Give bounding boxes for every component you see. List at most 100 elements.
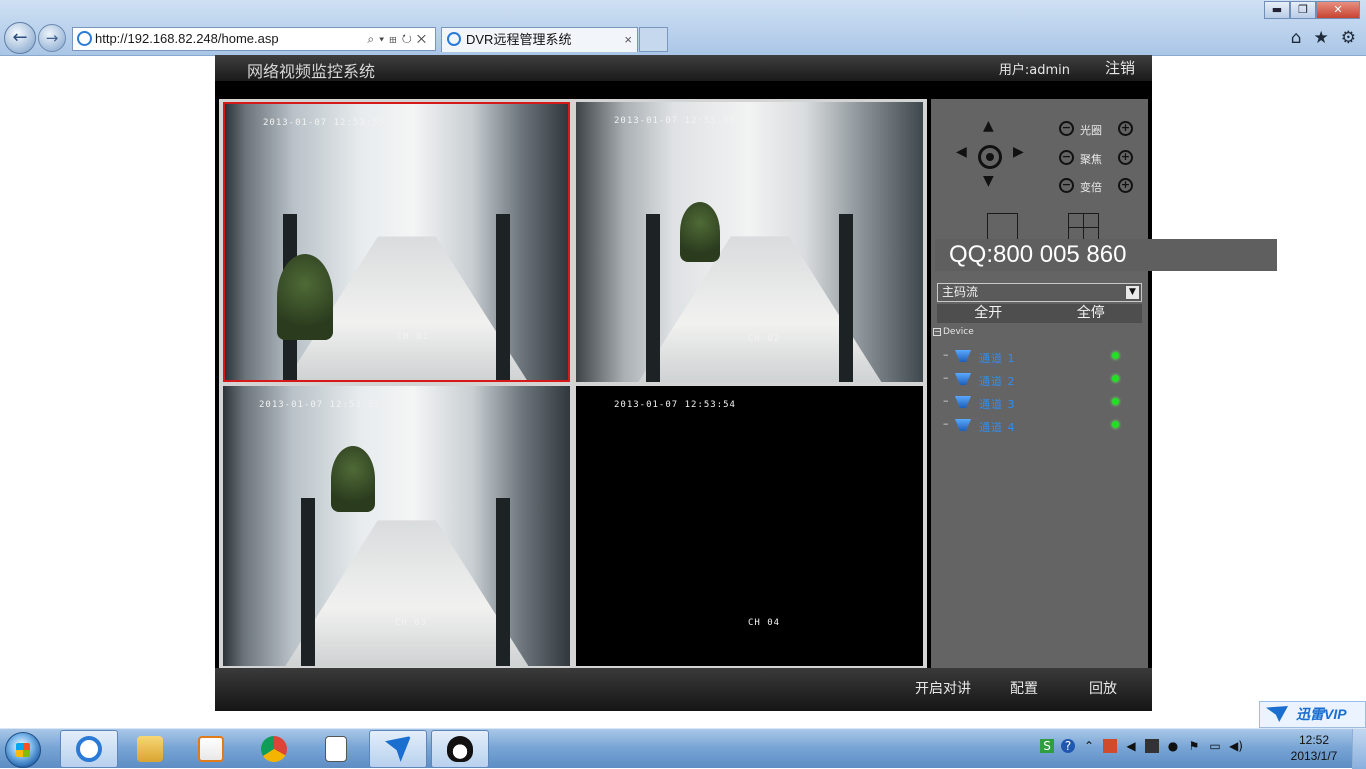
iris-minus-button[interactable]: − [1059, 121, 1074, 136]
focus-label: 聚焦 [1080, 153, 1102, 166]
notepad-icon [325, 736, 347, 762]
xunlei-icon [385, 736, 411, 762]
ptz-left-arrow-icon[interactable]: ◀ [956, 144, 967, 160]
channel-name[interactable]: 通道 2 [979, 373, 1016, 389]
taskbar-xunlei[interactable] [369, 730, 427, 768]
channel-name[interactable]: 通道 1 [979, 350, 1016, 366]
taskbar-media-player[interactable] [182, 730, 240, 768]
tree-line: – [943, 394, 949, 407]
camera-icon [955, 373, 971, 385]
star-icon[interactable]: ★ [1314, 28, 1329, 48]
ptz-down-arrow-icon[interactable]: ▼ [983, 173, 994, 189]
xunlei-vip-badge[interactable]: 迅雷VIP [1259, 701, 1366, 728]
focus-plus-button[interactable]: + [1118, 150, 1133, 165]
tab-title: DVR远程管理系统 [466, 32, 572, 47]
channel-name[interactable]: 通道 4 [979, 419, 1016, 435]
control-panel: ▲ ▼ ◀ ▶ − 光圈 + − 聚焦 + − 变倍 + QQ:800 005 … [931, 99, 1277, 668]
chrome-icon [261, 736, 287, 762]
online-status-icon [1112, 375, 1119, 382]
address-url: http://192.168.82.248/home.asp [95, 31, 279, 46]
channel-item-3[interactable]: – 通道 3 [943, 394, 1143, 412]
minimize-button[interactable]: ▬ [1264, 1, 1290, 19]
tab-close-icon[interactable]: × [624, 28, 632, 52]
browser-tools: ⌂ ★ ⚙ [1291, 28, 1356, 48]
ptz-center-icon[interactable] [978, 145, 1002, 169]
video-timestamp: 2013-01-07 12:53:55 [614, 116, 736, 126]
qq-icon [447, 736, 473, 762]
taskbar-notepad[interactable] [307, 730, 365, 768]
help-icon[interactable]: ? [1061, 739, 1075, 753]
quad-view-layout-icon[interactable] [1068, 213, 1099, 241]
ptz-up-arrow-icon[interactable]: ▲ [983, 118, 994, 134]
channel-overlay-label: CH 04 [748, 618, 781, 628]
channel-item-2[interactable]: – 通道 2 [943, 371, 1143, 389]
taskbar-explorer[interactable] [121, 730, 179, 768]
ptz-control: ▲ ▼ ◀ ▶ [951, 118, 1029, 193]
online-status-icon [1112, 398, 1119, 405]
video-cell-3[interactable]: 2013-01-07 12:53:55 CH 03 [223, 386, 570, 666]
gear-icon[interactable]: ⚙ [1341, 28, 1356, 48]
chevron-down-icon[interactable]: ▼ [1125, 285, 1140, 300]
device-tree-root[interactable]: − Device [933, 327, 974, 337]
tree-line: – [943, 371, 949, 384]
user-label: 用户:admin [998, 63, 1070, 78]
video-cell-2[interactable]: 2013-01-07 12:53:55 CH 02 [576, 102, 923, 382]
tray-app-icon[interactable] [1103, 739, 1117, 753]
plant-image [277, 254, 333, 340]
playback-button[interactable]: 回放 [1089, 678, 1117, 698]
home-icon[interactable]: ⌂ [1291, 28, 1302, 48]
open-all-button[interactable]: 全开 [937, 304, 1040, 323]
video-timestamp: 2013-01-07 12:53:55 [259, 400, 381, 410]
forward-arrow-icon[interactable]: → [38, 24, 66, 52]
channel-overlay-label: CH 01 [397, 332, 430, 342]
focus-minus-button[interactable]: − [1059, 150, 1074, 165]
address-search-refresh-stop-icons[interactable]: ⌕▾⊞↻✕ [367, 28, 431, 50]
channel-item-1[interactable]: – 通道 1 [943, 348, 1143, 366]
iris-plus-button[interactable]: + [1118, 121, 1133, 136]
network-status-icon[interactable]: ▭ [1208, 739, 1222, 753]
video-grid: 2013-01-07 12:53:55 CH 01 2013-01-07 12:… [219, 99, 927, 668]
device-tree-label: Device [943, 327, 974, 337]
start-button[interactable] [5, 732, 41, 768]
volume-icon[interactable]: ◀) [1229, 739, 1243, 753]
channel-name[interactable]: 通道 3 [979, 396, 1016, 412]
zoom-plus-button[interactable]: + [1118, 178, 1133, 193]
taskbar-chrome[interactable] [245, 730, 303, 768]
new-tab-button[interactable] [639, 27, 668, 52]
play-controls: 全开 全停 [937, 304, 1142, 323]
restore-button[interactable]: ❐ [1290, 1, 1316, 19]
tree-collapse-icon[interactable]: − [933, 328, 941, 336]
flag-icon[interactable]: ⚑ [1187, 739, 1201, 753]
config-button[interactable]: 配置 [1010, 678, 1038, 698]
stream-type-select[interactable]: 主码流 ▼ [937, 283, 1142, 302]
stop-all-button[interactable]: 全停 [1040, 304, 1143, 323]
taskbar-qq[interactable] [431, 730, 489, 768]
intercom-button[interactable]: 开启对讲 [915, 678, 971, 698]
tab-favicon-icon [447, 32, 461, 46]
tray-expand-icon[interactable]: ⌃ [1082, 739, 1096, 753]
iris-control: − 光圈 + [1059, 120, 1133, 138]
show-desktop-button[interactable] [1352, 729, 1366, 769]
system-clock[interactable]: 12:52 2013/1/7 [1284, 732, 1344, 764]
taskbar-ie[interactable] [60, 730, 118, 768]
network-icon[interactable] [1145, 739, 1159, 753]
close-window-button[interactable]: ✕ [1316, 1, 1360, 19]
ptz-right-arrow-icon[interactable]: ▶ [1013, 144, 1024, 160]
sogou-icon[interactable]: S [1040, 739, 1054, 753]
taskbar: S ? ⌃ ◀ ● ⚑ ▭ ◀) 12:52 2013/1/7 [0, 728, 1366, 769]
speaker-mute-icon[interactable]: ◀ [1124, 739, 1138, 753]
zoom-minus-button[interactable]: − [1059, 178, 1074, 193]
online-status-icon [1112, 352, 1119, 359]
channel-item-4[interactable]: – 通道 4 [943, 417, 1143, 435]
back-arrow-icon[interactable]: ← [4, 22, 36, 54]
stream-selected-value: 主码流 [942, 285, 979, 299]
video-cell-4[interactable]: 2013-01-07 12:53:54 CH 04 [576, 386, 923, 666]
browser-tab-active[interactable]: DVR远程管理系统 × [441, 27, 638, 52]
zoom-control: − 变倍 + [1059, 177, 1133, 195]
qq-tray-icon[interactable]: ● [1166, 739, 1180, 753]
logout-button[interactable]: 注销 [1105, 57, 1135, 78]
address-bar[interactable]: http://192.168.82.248/home.asp ⌕▾⊞↻✕ [72, 27, 436, 51]
single-view-layout-icon[interactable] [987, 213, 1018, 241]
clock-date: 2013/1/7 [1290, 749, 1338, 763]
video-cell-1[interactable]: 2013-01-07 12:53:55 CH 01 [223, 102, 570, 382]
